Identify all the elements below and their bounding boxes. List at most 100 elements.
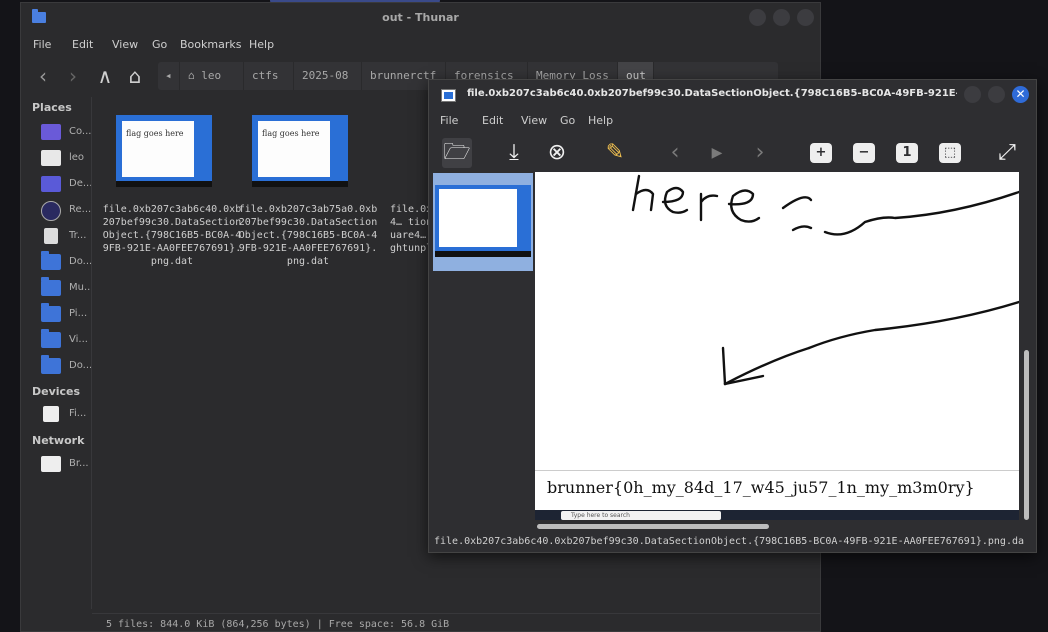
zoom-fit-icon[interactable]: ⬚ <box>935 138 965 168</box>
viewer-menu-file[interactable]: File <box>440 114 458 127</box>
vertical-scroll-thumb[interactable] <box>1024 350 1029 520</box>
breadcrumb-leo[interactable]: ⌂ leo <box>180 62 244 90</box>
file-name: file.0xb207c3ab6c40.0xb207bef99c30.DataS… <box>102 204 242 267</box>
taskbar-search-box: Type here to search <box>561 511 721 520</box>
taskbar-preview <box>435 251 531 257</box>
sidebar-item-browse-network[interactable]: Br... <box>41 455 91 475</box>
sidebar-item-pictures[interactable]: Pi... <box>41 303 91 325</box>
drive-icon <box>43 406 59 422</box>
thunar-menubar: File Edit View Go Bookmarks Help <box>21 33 820 57</box>
breadcrumb-left-arrow-icon[interactable]: ◂ <box>158 62 180 90</box>
viewer-title: file.0xb207c3ab6c40.0xb207bef99c30.DataS… <box>467 88 957 99</box>
breadcrumb-ctfs[interactable]: ctfs <box>244 62 294 90</box>
sidebar-item-downloads[interactable]: Do... <box>41 355 91 377</box>
menu-bookmarks[interactable]: Bookmarks <box>180 38 241 51</box>
viewer-statusbar: file.0xb207c3ab6c40.0xb207bef99c30.DataS… <box>429 532 1036 552</box>
home-icon[interactable]: ⌂ <box>123 63 147 89</box>
edit-pencil-icon[interactable]: ✎ <box>600 138 630 168</box>
sidebar-item-computer[interactable]: Co... <box>41 123 91 143</box>
back-arrow-icon[interactable]: ‹ <box>31 63 55 89</box>
folder-icon <box>41 329 61 348</box>
menu-file[interactable]: File <box>33 38 51 51</box>
viewer-titlebar[interactable]: file.0xb207c3ab6c40.0xb207bef99c30.DataS… <box>429 80 1036 110</box>
desktop-icon <box>41 176 61 192</box>
folder-icon <box>41 251 61 270</box>
menu-edit[interactable]: Edit <box>72 38 93 51</box>
file-name: file.0xb207c3ab75a0.0xb207bef99c30.DataS… <box>238 204 378 267</box>
sidebar-header-places: Places <box>32 101 72 114</box>
thunar-titlebar[interactable]: out - Thunar <box>21 3 820 33</box>
image-viewer-window: file.0xb207c3ab6c40.0xb207bef99c30.DataS… <box>428 79 1037 553</box>
close-button[interactable] <box>797 9 814 26</box>
viewer-menu-view[interactable]: View <box>521 114 547 127</box>
up-arrow-icon[interactable]: ∧ <box>93 63 117 89</box>
sidebar-item-trash[interactable]: Tr... <box>41 227 91 247</box>
viewer-menu-go[interactable]: Go <box>560 114 575 127</box>
viewer-menu-edit[interactable]: Edit <box>482 114 503 127</box>
sidebar: Places Co... leo De... Re... Tr... Do...… <box>21 97 92 609</box>
previous-image-icon[interactable]: ‹ <box>660 138 690 168</box>
sidebar-item-home[interactable]: leo <box>41 149 91 169</box>
image-canvas[interactable]: here brunner{0h_my_84d_17_w45_ju57_1n_my… <box>535 172 1019 520</box>
taskbar-preview <box>252 181 348 187</box>
menu-go[interactable]: Go <box>152 38 167 51</box>
window-title: out - Thunar <box>382 11 459 24</box>
home-small-icon: ⌂ <box>188 69 195 82</box>
sidebar-item-videos[interactable]: Vi... <box>41 329 91 351</box>
folder-icon <box>41 355 61 374</box>
sidebar-header-devices: Devices <box>32 385 81 398</box>
breadcrumb-2025-08[interactable]: 2025-08 <box>294 62 362 90</box>
play-slideshow-icon[interactable]: ▶ <box>702 138 732 168</box>
viewer-maximize-button[interactable] <box>988 86 1005 103</box>
menu-help[interactable]: Help <box>249 38 274 51</box>
minimize-button[interactable] <box>749 9 766 26</box>
trash-icon <box>44 228 58 244</box>
zoom-in-icon[interactable]: + <box>806 138 836 168</box>
image-app-icon <box>441 89 456 102</box>
thunar-statusbar: 5 files: 844.0 KiB (864,256 bytes) | Fre… <box>92 613 820 631</box>
recent-icon <box>41 201 61 221</box>
taskbar-preview <box>116 181 212 187</box>
flag-text: brunner{0h_my_84d_17_w45_ju57_1n_my_m3m0… <box>547 478 975 497</box>
forward-arrow-icon[interactable]: › <box>61 63 85 89</box>
fullscreen-icon[interactable]: ⤢ <box>992 138 1022 168</box>
sidebar-item-filesystem[interactable]: Fi... <box>41 405 91 425</box>
thumbnail-text: flag goes here <box>262 129 320 138</box>
viewer-menu-help[interactable]: Help <box>588 114 613 127</box>
network-icon <box>41 456 61 472</box>
viewer-minimize-button[interactable] <box>964 86 981 103</box>
thumbnail-text: flag goes here <box>126 129 184 138</box>
thumbnail-image[interactable] <box>435 185 531 257</box>
image-separator <box>535 470 1019 471</box>
sidebar-item-music[interactable]: Mu... <box>41 277 91 299</box>
status-text: 5 files: 844.0 KiB (864,256 bytes) | Fre… <box>106 619 450 630</box>
file-thumbnail: flag goes here <box>116 115 212 187</box>
close-image-icon[interactable]: ⊗ <box>542 138 572 168</box>
zoom-100-icon[interactable]: 1 <box>892 138 922 168</box>
file-thumbnail: flag goes here <box>252 115 348 187</box>
handwriting-drawing <box>631 174 1019 386</box>
sidebar-header-network: Network <box>32 434 85 447</box>
horizontal-scrollbar[interactable] <box>535 521 1019 531</box>
home-folder-icon <box>41 150 61 166</box>
viewer-menubar: File Edit View Go Help <box>429 110 1036 132</box>
folder-icon <box>41 303 61 322</box>
image-taskbar: Type here to search <box>535 510 1019 520</box>
maximize-button[interactable] <box>773 9 790 26</box>
thumbnail-strip <box>433 173 533 271</box>
horizontal-scroll-thumb[interactable] <box>537 524 769 529</box>
viewer-toolbar: 🗁 ⤓ ⊗ ✎ ‹ ▶ › + − 1 ⬚ ⤢ <box>429 134 1036 172</box>
folder-icon <box>41 277 61 296</box>
viewer-status-text: file.0xb207c3ab6c40.0xb207bef99c30.DataS… <box>434 536 1025 547</box>
save-download-icon[interactable]: ⤓ <box>499 138 529 168</box>
open-folder-icon[interactable]: 🗁 <box>442 138 472 168</box>
sidebar-item-recent[interactable]: Re... <box>41 201 91 221</box>
zoom-out-icon[interactable]: − <box>849 138 879 168</box>
menu-view[interactable]: View <box>112 38 138 51</box>
viewer-close-button[interactable]: ✕ <box>1012 86 1029 103</box>
paint-canvas-preview <box>439 189 517 247</box>
sidebar-item-desktop[interactable]: De... <box>41 175 91 195</box>
sidebar-item-documents[interactable]: Do... <box>41 251 91 273</box>
vertical-scrollbar[interactable] <box>1022 172 1032 522</box>
next-image-icon[interactable]: › <box>745 138 775 168</box>
